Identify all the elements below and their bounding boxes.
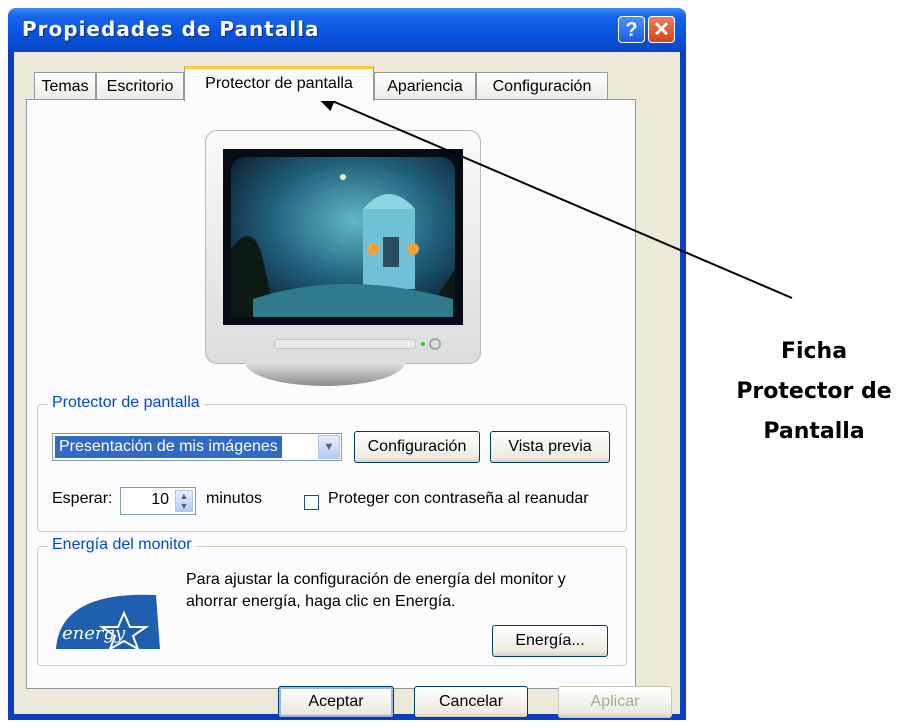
- monitor-power-group: Energía del monitor energy Para ajustar …: [37, 536, 627, 666]
- tab-escritorio[interactable]: Escritorio: [96, 72, 184, 100]
- tab-apariencia[interactable]: Apariencia: [374, 72, 476, 100]
- power-button[interactable]: Energía...: [492, 625, 608, 657]
- screensaver-group: Protector de pantalla Presentación de mi…: [37, 394, 627, 532]
- preview-button[interactable]: Vista previa: [490, 431, 610, 463]
- minutes-label: minutos: [206, 490, 263, 507]
- monitor-stand: [245, 362, 405, 386]
- title-bar[interactable]: Propiedades de Pantalla ? ✕: [8, 8, 686, 52]
- annotation-line3: Pantalla: [763, 419, 865, 444]
- apply-button[interactable]: Aplicar: [558, 686, 672, 718]
- cancel-button[interactable]: Cancelar: [414, 686, 528, 718]
- power-description-line2: ahorrar energía, haga clic en Energía.: [186, 593, 456, 610]
- screensaver-preview-monitor: [205, 130, 481, 364]
- screensaver-select[interactable]: Presentación de mis imágenes ▼: [52, 433, 342, 461]
- dialog-body: Temas Escritorio Protector de pantalla A…: [14, 52, 680, 718]
- tab-protector-de-pantalla[interactable]: Protector de pantalla: [184, 66, 374, 101]
- power-description-line1: Para ajustar la configuración de energía…: [186, 571, 566, 588]
- energy-logo-text: energy: [62, 623, 126, 644]
- tab-temas[interactable]: Temas: [34, 72, 96, 100]
- password-checkbox-label[interactable]: Proteger con contraseña al reanudar: [328, 490, 589, 508]
- wait-minutes-stepper[interactable]: 10 ▲ ▼: [120, 487, 196, 515]
- monitor-bezel-slot: [274, 339, 416, 349]
- wait-minutes-value: 10: [151, 491, 169, 508]
- monitor-power-group-label: Energía del monitor: [48, 536, 196, 554]
- screensaver-selected-value: Presentación de mis imágenes: [55, 436, 282, 458]
- display-properties-window: Propiedades de Pantalla ? ✕ Temas Escrit…: [8, 8, 686, 720]
- help-button[interactable]: ?: [618, 16, 645, 43]
- tab-panel: Protector de pantalla Presentación de mi…: [26, 99, 636, 689]
- tab-configuracion[interactable]: Configuración: [476, 72, 608, 100]
- annotation-line1: Ficha: [780, 339, 848, 364]
- annotation-line2: Protector de: [736, 379, 892, 404]
- window-title: Propiedades de Pantalla: [22, 17, 320, 41]
- energy-star-logo: energy: [52, 587, 164, 652]
- power-led-icon: [421, 342, 425, 346]
- screensaver-settings-button[interactable]: Configuración: [354, 431, 480, 463]
- power-button-icon: [429, 338, 441, 350]
- chevron-down-icon[interactable]: ▼: [318, 435, 340, 459]
- password-checkbox[interactable]: [304, 495, 319, 510]
- preview-image: [231, 157, 455, 317]
- ok-button[interactable]: Aceptar: [278, 686, 394, 718]
- preview-screen: [223, 149, 463, 325]
- stepper-arrows-icon[interactable]: ▲ ▼: [175, 490, 193, 512]
- close-button[interactable]: ✕: [648, 16, 675, 43]
- annotation-callout: Ficha Protector de Pantalla: [720, 332, 908, 452]
- screensaver-group-label: Protector de pantalla: [48, 394, 204, 412]
- wait-label: Esperar:: [52, 490, 113, 507]
